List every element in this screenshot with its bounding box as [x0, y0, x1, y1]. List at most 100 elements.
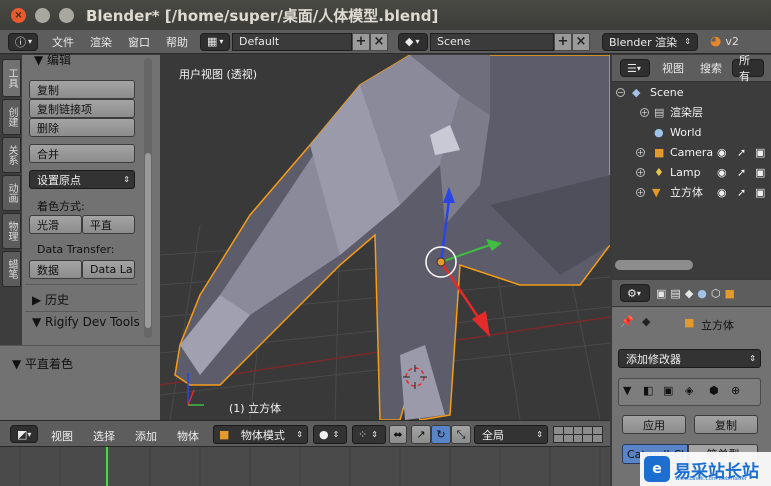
expand-icon[interactable]: + — [640, 107, 649, 117]
editmode-icon[interactable]: ◈ — [685, 384, 693, 397]
outliner-display-select[interactable]: 所有 — [732, 54, 764, 83]
shade-flat-button[interactable]: 平直 — [82, 215, 135, 234]
layer-buttons[interactable] — [553, 426, 603, 443]
delete-button[interactable]: 删除 — [29, 118, 135, 137]
expand-icon[interactable]: + — [636, 147, 645, 157]
3d-viewport[interactable]: 用户视图 (透视) (1) 立方体 — [160, 55, 610, 420]
scale-toggle[interactable]: ⤡ — [451, 425, 471, 444]
collapse-icon[interactable]: ▼ — [623, 384, 631, 397]
watermark-subtext: Www.Easck.Com Webmaster — [675, 476, 747, 482]
remove-scene-button[interactable]: × — [572, 32, 590, 51]
layout-button[interactable]: ▦ ▾ — [200, 32, 230, 51]
select-arrow-icon[interactable]: ➚ — [737, 166, 746, 179]
outliner-row-cube[interactable]: + ▼ 立方体 ◉ ➚ ▣ — [612, 182, 771, 202]
tab-create[interactable]: 创建 — [2, 99, 21, 135]
copy-button[interactable]: 复制 — [694, 415, 758, 434]
pivot-select[interactable]: ⁘ ⇕ — [352, 425, 386, 444]
render-camera-icon[interactable]: ▣ — [755, 146, 765, 159]
tab-relations[interactable]: 关系 — [2, 137, 21, 173]
menu-object[interactable]: 物体 — [177, 428, 199, 444]
close-button[interactable]: × — [11, 7, 26, 23]
object-tab-icon[interactable]: ⬡ — [711, 287, 721, 300]
menu-help[interactable]: 帮助 — [158, 34, 196, 50]
solid-shading-icon: ● — [319, 428, 329, 441]
add-modifier-select[interactable]: 添加修改器 ⇕ — [618, 349, 761, 368]
outliner-row-world[interactable]: ● World — [612, 122, 771, 142]
cage-icon[interactable]: ⬢ — [709, 384, 719, 397]
render-camera-icon[interactable]: ▣ — [755, 166, 765, 179]
watermark-logo-icon: e — [644, 456, 670, 482]
view-editor-button[interactable]: ◩ ▾ — [10, 425, 38, 443]
tab-grease-pencil[interactable]: 蜡笔 — [2, 251, 21, 287]
minimize-button[interactable] — [35, 7, 50, 23]
visibility-eye-icon[interactable]: ◉ — [717, 146, 727, 159]
outliner-scrollbar[interactable] — [615, 260, 693, 270]
data-button[interactable]: 数据 — [29, 260, 82, 279]
properties-editor-button[interactable]: ⚙ ▾ — [620, 284, 650, 302]
menu-view[interactable]: 视图 — [51, 428, 73, 444]
modifier-header[interactable]: ▼ ◧ ▣ ◈ ⬢ ⊕ — [618, 378, 761, 406]
orientation-select[interactable]: 全局 ⇕ — [474, 425, 548, 444]
section-flat-shading[interactable]: ▼ 平直着色 — [12, 355, 73, 372]
outliner-menu-search[interactable]: 搜索 — [692, 60, 730, 76]
manipulator-toggle[interactable]: ⬌ — [389, 425, 407, 444]
tool-shelf-scrollbar[interactable] — [144, 58, 152, 338]
tab-physics[interactable]: 物理 — [2, 213, 21, 249]
collapse-icon[interactable]: − — [616, 87, 625, 97]
section-rigify[interactable]: ▼ Rigify Dev Tools — [32, 315, 140, 329]
render-tab-icon[interactable]: ▣ — [656, 287, 666, 300]
render-camera-icon[interactable]: ▣ — [755, 186, 765, 199]
set-origin-select[interactable]: 设置原点 ⇕ — [29, 170, 135, 189]
maximize-button[interactable] — [59, 7, 74, 23]
data-layout-button[interactable]: Data La — [82, 260, 135, 279]
x-arrow[interactable] — [472, 311, 490, 337]
join-button[interactable]: 合并 — [29, 144, 135, 163]
apply-button[interactable]: 应用 — [622, 415, 686, 434]
camera-icon[interactable]: ▣ — [663, 384, 673, 397]
scrollbar-thumb[interactable] — [145, 153, 151, 328]
menu-add[interactable]: 添加 — [135, 428, 157, 444]
shade-smooth-button[interactable]: 光滑 — [29, 215, 82, 234]
expand-icon[interactable]: + — [636, 187, 645, 197]
outliner-row-camera[interactable]: + ■ Camera ◉ ➚ ▣ — [612, 142, 771, 162]
outliner-menu-view[interactable]: 视图 — [654, 60, 692, 76]
duplicate-button[interactable]: 复制 — [29, 80, 135, 99]
outliner-editor-button[interactable]: ☰ ▾ — [620, 59, 650, 77]
rotate-toggle[interactable]: ↻ — [431, 425, 451, 444]
select-arrow-icon[interactable]: ➚ — [737, 186, 746, 199]
menu-render[interactable]: 渲染 — [82, 34, 120, 50]
scene-button[interactable]: ◆ ▾ — [398, 32, 428, 51]
menu-select[interactable]: 选择 — [93, 428, 115, 444]
editor-type-button[interactable]: ⓘ ▾ — [8, 32, 38, 51]
outliner-row-lamp[interactable]: + ♦ Lamp ◉ ➚ ▣ — [612, 162, 771, 182]
outliner-row-scene[interactable]: − ◆ Scene — [612, 82, 771, 102]
expand-icon[interactable]: + — [636, 167, 645, 177]
translate-toggle[interactable]: ↗ — [411, 425, 431, 444]
add-scene-button[interactable]: + — [554, 32, 572, 51]
scene-name-field[interactable]: Scene — [430, 32, 554, 51]
world-tab-icon[interactable]: ● — [697, 287, 707, 300]
data-tab-icon[interactable]: ■ — [725, 287, 735, 300]
visibility-eye-icon[interactable]: ◉ — [717, 186, 727, 199]
remove-layout-button[interactable]: × — [370, 32, 388, 51]
timeline[interactable] — [0, 447, 610, 486]
scene-tab-icon[interactable]: ◆ — [685, 287, 693, 300]
pin-icon[interactable]: 📌 — [620, 315, 634, 328]
tab-tools[interactable]: 工具 — [2, 59, 21, 97]
shading-select[interactable]: ● ⇕ — [313, 425, 347, 444]
outliner-row-render-layers[interactable]: + ▤ 渲染层 — [612, 102, 771, 122]
layout-name-field[interactable]: Default — [232, 32, 352, 51]
menu-file[interactable]: 文件 — [44, 34, 82, 50]
section-edit[interactable]: ▼ 编辑 — [34, 51, 71, 68]
visibility-eye-icon[interactable]: ◉ — [717, 166, 727, 179]
section-history[interactable]: ▶ 历史 — [32, 291, 69, 308]
menu-window[interactable]: 窗口 — [120, 34, 158, 50]
mode-select[interactable]: ■ 物体模式 ⇕ — [213, 425, 308, 444]
layers-tab-icon[interactable]: ▤ — [670, 287, 680, 300]
add-layout-button[interactable]: + — [352, 32, 370, 51]
select-arrow-icon[interactable]: ➚ — [737, 146, 746, 159]
apply-on-spline-icon[interactable]: ⊕ — [731, 384, 740, 397]
render-engine-select[interactable]: Blender 渲染 ⇕ — [602, 32, 698, 51]
tab-animation[interactable]: 动画 — [2, 175, 21, 211]
duplicate-linked-button[interactable]: 复制链接项 — [29, 99, 135, 118]
